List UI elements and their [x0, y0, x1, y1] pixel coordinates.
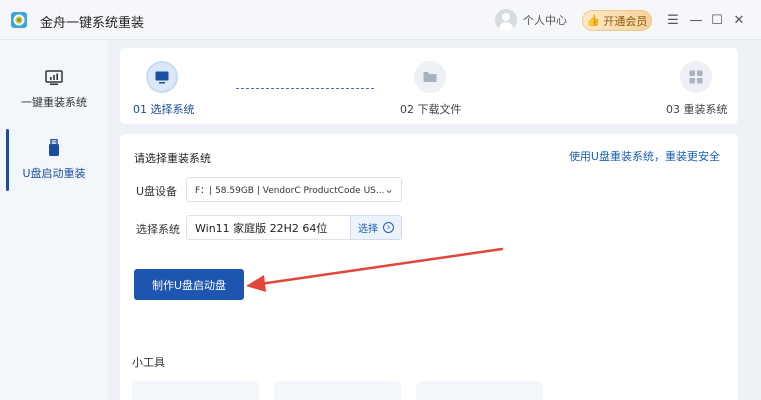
- thumbs-up-icon: 👍: [586, 14, 601, 27]
- avatar[interactable]: [495, 9, 517, 31]
- chevron-right-circle-icon: ›: [383, 222, 394, 233]
- vip-button[interactable]: 👍 开通会员: [582, 10, 652, 31]
- app-logo-icon: [11, 12, 27, 28]
- usb-device-label: U盘设备: [136, 185, 178, 198]
- step-3-label: 03 重装系统: [666, 103, 728, 116]
- make-usb-boot-label: 制作U盘启动盘: [151, 278, 227, 292]
- usb-device-value: F：| 58.59GB | VendorC ProductCode US...: [195, 186, 385, 196]
- step-1-label: 01 选择系统: [133, 103, 195, 116]
- os-field[interactable]: Win11 家庭版 22H2 64位: [186, 215, 350, 240]
- folder-icon: [423, 72, 437, 82]
- sidebar-item-one-click-reinstall[interactable]: 一键重装系统: [0, 55, 108, 125]
- monitor-icon: [155, 71, 169, 83]
- step-3-circle: [680, 61, 712, 93]
- menu-icon[interactable]: ☰: [664, 10, 682, 30]
- tool-tile[interactable]: [132, 381, 259, 400]
- maximize-icon[interactable]: ☐: [708, 10, 726, 30]
- section-title: 请选择重装系统: [134, 152, 211, 165]
- sidebar-item-label: 一键重装系统: [21, 96, 87, 109]
- chevron-down-icon: ⌄: [383, 182, 394, 196]
- step-2-circle: [414, 61, 446, 93]
- os-select-label: 选择系统: [136, 223, 180, 236]
- close-icon[interactable]: ✕: [730, 10, 748, 30]
- title-bar: 金舟一键系统重装 个人中心 👍 开通会员 ☰ — ☐ ✕: [0, 0, 761, 40]
- user-center-label[interactable]: 个人中心: [523, 12, 567, 28]
- usb-drive-icon: [49, 139, 59, 156]
- reinstall-panel: 请选择重装系统 使用U盘重装系统，重装更安全 U盘设备 F：| 58.59GB …: [120, 134, 738, 400]
- sidebar: 一键重装系统 U盘启动重装: [0, 40, 108, 400]
- choose-os-label: 选择: [358, 224, 378, 235]
- sidebar-item-label: U盘启动重装: [22, 167, 86, 180]
- help-link[interactable]: 使用U盘重装系统，重装更安全: [569, 148, 720, 164]
- step-connector: [236, 88, 374, 89]
- user-center[interactable]: 个人中心: [495, 9, 567, 31]
- step-1-circle: [146, 61, 178, 93]
- app-title: 金舟一键系统重装: [40, 16, 145, 31]
- steps-progress: 01 选择系统 02 下载文件 03 重装系统: [120, 48, 738, 124]
- os-value: Win11 家庭版 22H2 64位: [195, 221, 328, 235]
- monitor-chart-icon: [45, 70, 63, 85]
- tool-tile[interactable]: [416, 381, 543, 400]
- tools-section-title: 小工具: [132, 356, 165, 369]
- make-usb-boot-button[interactable]: 制作U盘启动盘: [134, 269, 244, 300]
- usb-device-select[interactable]: F：| 58.59GB | VendorC ProductCode US... …: [186, 177, 402, 202]
- grid-icon: [689, 70, 703, 84]
- minimize-icon[interactable]: —: [687, 10, 705, 30]
- vip-button-label: 开通会员: [603, 14, 648, 28]
- tool-tile[interactable]: [274, 381, 401, 400]
- sidebar-item-usb-reinstall[interactable]: U盘启动重装: [0, 125, 108, 195]
- choose-os-button[interactable]: 选择 ›: [350, 215, 402, 240]
- step-2-label: 02 下载文件: [400, 103, 462, 116]
